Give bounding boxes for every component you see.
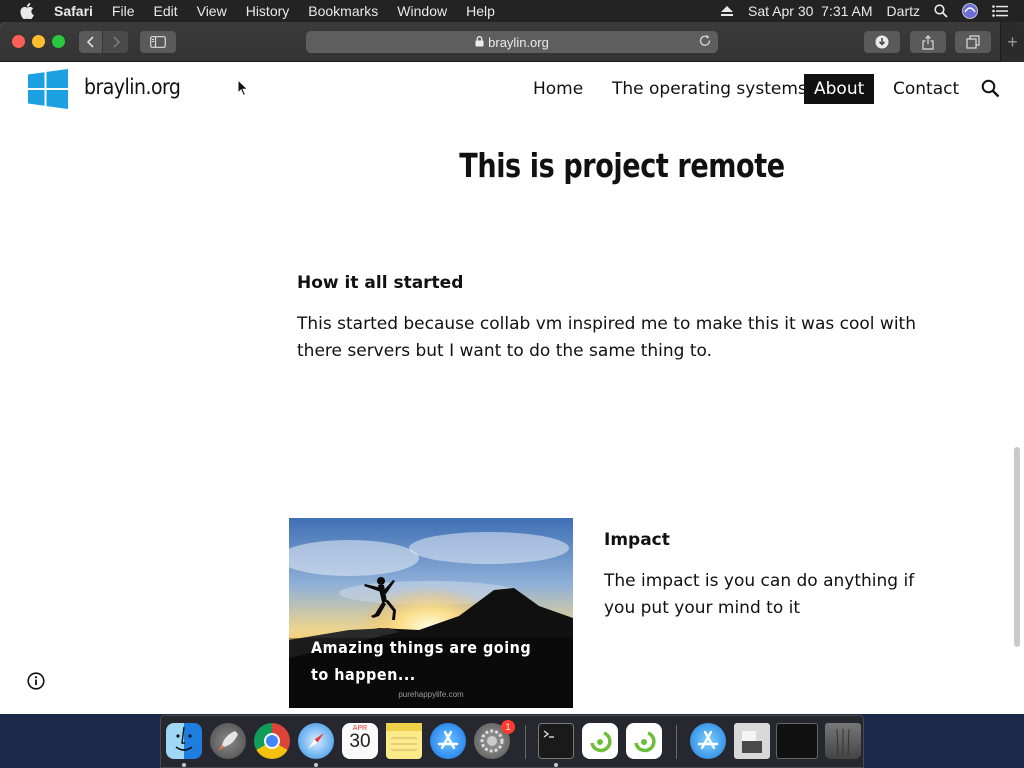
forward-button[interactable] xyxy=(103,31,128,53)
image-caption-line1: Amazing things are going xyxy=(311,638,532,657)
calendar-day: 30 xyxy=(349,731,371,752)
share-icon xyxy=(922,34,934,50)
reload-icon[interactable] xyxy=(698,34,712,51)
vertical-scrollbar[interactable] xyxy=(1014,447,1020,647)
menu-help[interactable]: Help xyxy=(466,3,495,19)
section-heading-started: How it all started xyxy=(297,273,464,293)
nav-contact[interactable]: Contact xyxy=(893,74,959,104)
url-text: braylin.org xyxy=(488,34,549,50)
chevron-left-icon xyxy=(86,36,94,48)
document-icon[interactable] xyxy=(734,723,770,759)
notification-center-icon[interactable] xyxy=(992,5,1008,17)
menu-history[interactable]: History xyxy=(246,3,290,19)
dock-separator xyxy=(525,725,526,759)
menu-edit[interactable]: Edit xyxy=(153,3,177,19)
chevron-right-icon xyxy=(112,36,120,48)
share-button[interactable] xyxy=(910,31,946,53)
menu-bookmarks[interactable]: Bookmarks xyxy=(308,3,378,19)
windows-logo[interactable] xyxy=(28,69,68,114)
remote-app-icon[interactable] xyxy=(582,723,618,759)
mouse-cursor-icon xyxy=(237,78,249,102)
calendar-icon[interactable]: APR 30 xyxy=(342,723,378,759)
back-button[interactable] xyxy=(79,31,102,53)
lock-icon xyxy=(475,35,484,50)
search-icon[interactable] xyxy=(981,79,1000,103)
section-body-impact: The impact is you can do anything if you… xyxy=(604,571,915,618)
nav-about[interactable]: About xyxy=(804,74,875,104)
image-caption: Amazing things are going to happen... xyxy=(311,634,531,688)
address-bar[interactable]: braylin.org xyxy=(306,31,718,53)
close-window-button[interactable] xyxy=(12,35,25,48)
menu-view[interactable]: View xyxy=(197,3,227,19)
info-icon[interactable] xyxy=(27,672,45,695)
downloads-folder-icon[interactable] xyxy=(690,723,726,759)
image-credit: purehappylife.com xyxy=(398,690,464,699)
downloads-button[interactable] xyxy=(864,31,900,53)
sidebar-icon xyxy=(150,36,166,48)
menubar-datetime[interactable]: Sat Apr 30 7:31 AM xyxy=(748,3,873,19)
web-page: braylin.org Home The operating systems A… xyxy=(0,62,1024,714)
plus-icon: + xyxy=(1007,31,1018,52)
download-icon xyxy=(875,35,889,49)
site-name-link[interactable]: braylin.org xyxy=(84,75,181,99)
image-caption-line2: to happen... xyxy=(311,665,416,684)
menubar-user[interactable]: Dartz xyxy=(887,3,920,19)
nav-operating-systems[interactable]: The operating systems xyxy=(612,74,807,104)
dock-separator-2 xyxy=(676,725,677,759)
section-body-started: This started because collab vm inspired … xyxy=(297,314,916,361)
minimize-window-button[interactable] xyxy=(32,35,45,48)
notes-icon[interactable] xyxy=(386,723,422,759)
dock: APR 30 1 xyxy=(160,715,864,768)
terminal-running-indicator xyxy=(554,763,558,767)
menu-file[interactable]: File xyxy=(112,3,135,19)
spotlight-search-icon[interactable] xyxy=(934,4,948,18)
tabs-icon xyxy=(966,35,980,49)
fullscreen-window-button[interactable] xyxy=(52,35,65,48)
menu-bar: Safari File Edit View History Bookmarks … xyxy=(0,0,1024,22)
motivational-image: Amazing things are going to happen... pu… xyxy=(289,518,573,708)
safari-icon[interactable] xyxy=(298,723,334,759)
menu-app-name[interactable]: Safari xyxy=(54,3,93,19)
eject-icon[interactable] xyxy=(720,5,734,17)
finder-running-indicator xyxy=(182,763,186,767)
chrome-icon[interactable] xyxy=(254,723,290,759)
browser-toolbar: braylin.org + xyxy=(0,22,1024,62)
app-store-icon[interactable] xyxy=(430,723,466,759)
nav-home[interactable]: Home xyxy=(533,74,583,104)
menu-window[interactable]: Window xyxy=(397,3,447,19)
section-heading-impact: Impact xyxy=(604,530,670,550)
remote-app-2-icon[interactable] xyxy=(626,723,662,759)
trash-icon[interactable] xyxy=(825,723,861,759)
sidebar-toggle-button[interactable] xyxy=(140,31,176,53)
tab-overview-button[interactable] xyxy=(955,31,991,53)
safari-window: braylin.org + braylin.org Home The opera… xyxy=(0,22,1024,714)
new-tab-button[interactable]: + xyxy=(1000,22,1024,62)
page-title: This is project remote xyxy=(459,146,785,185)
apple-menu-icon[interactable] xyxy=(20,0,36,22)
safari-running-indicator xyxy=(314,763,318,767)
minimized-window-icon[interactable] xyxy=(776,723,818,759)
system-preferences-badge: 1 xyxy=(501,720,515,734)
launchpad-icon[interactable] xyxy=(210,723,246,759)
finder-icon[interactable] xyxy=(166,723,202,759)
siri-icon[interactable] xyxy=(962,3,978,19)
terminal-icon[interactable] xyxy=(538,723,574,759)
